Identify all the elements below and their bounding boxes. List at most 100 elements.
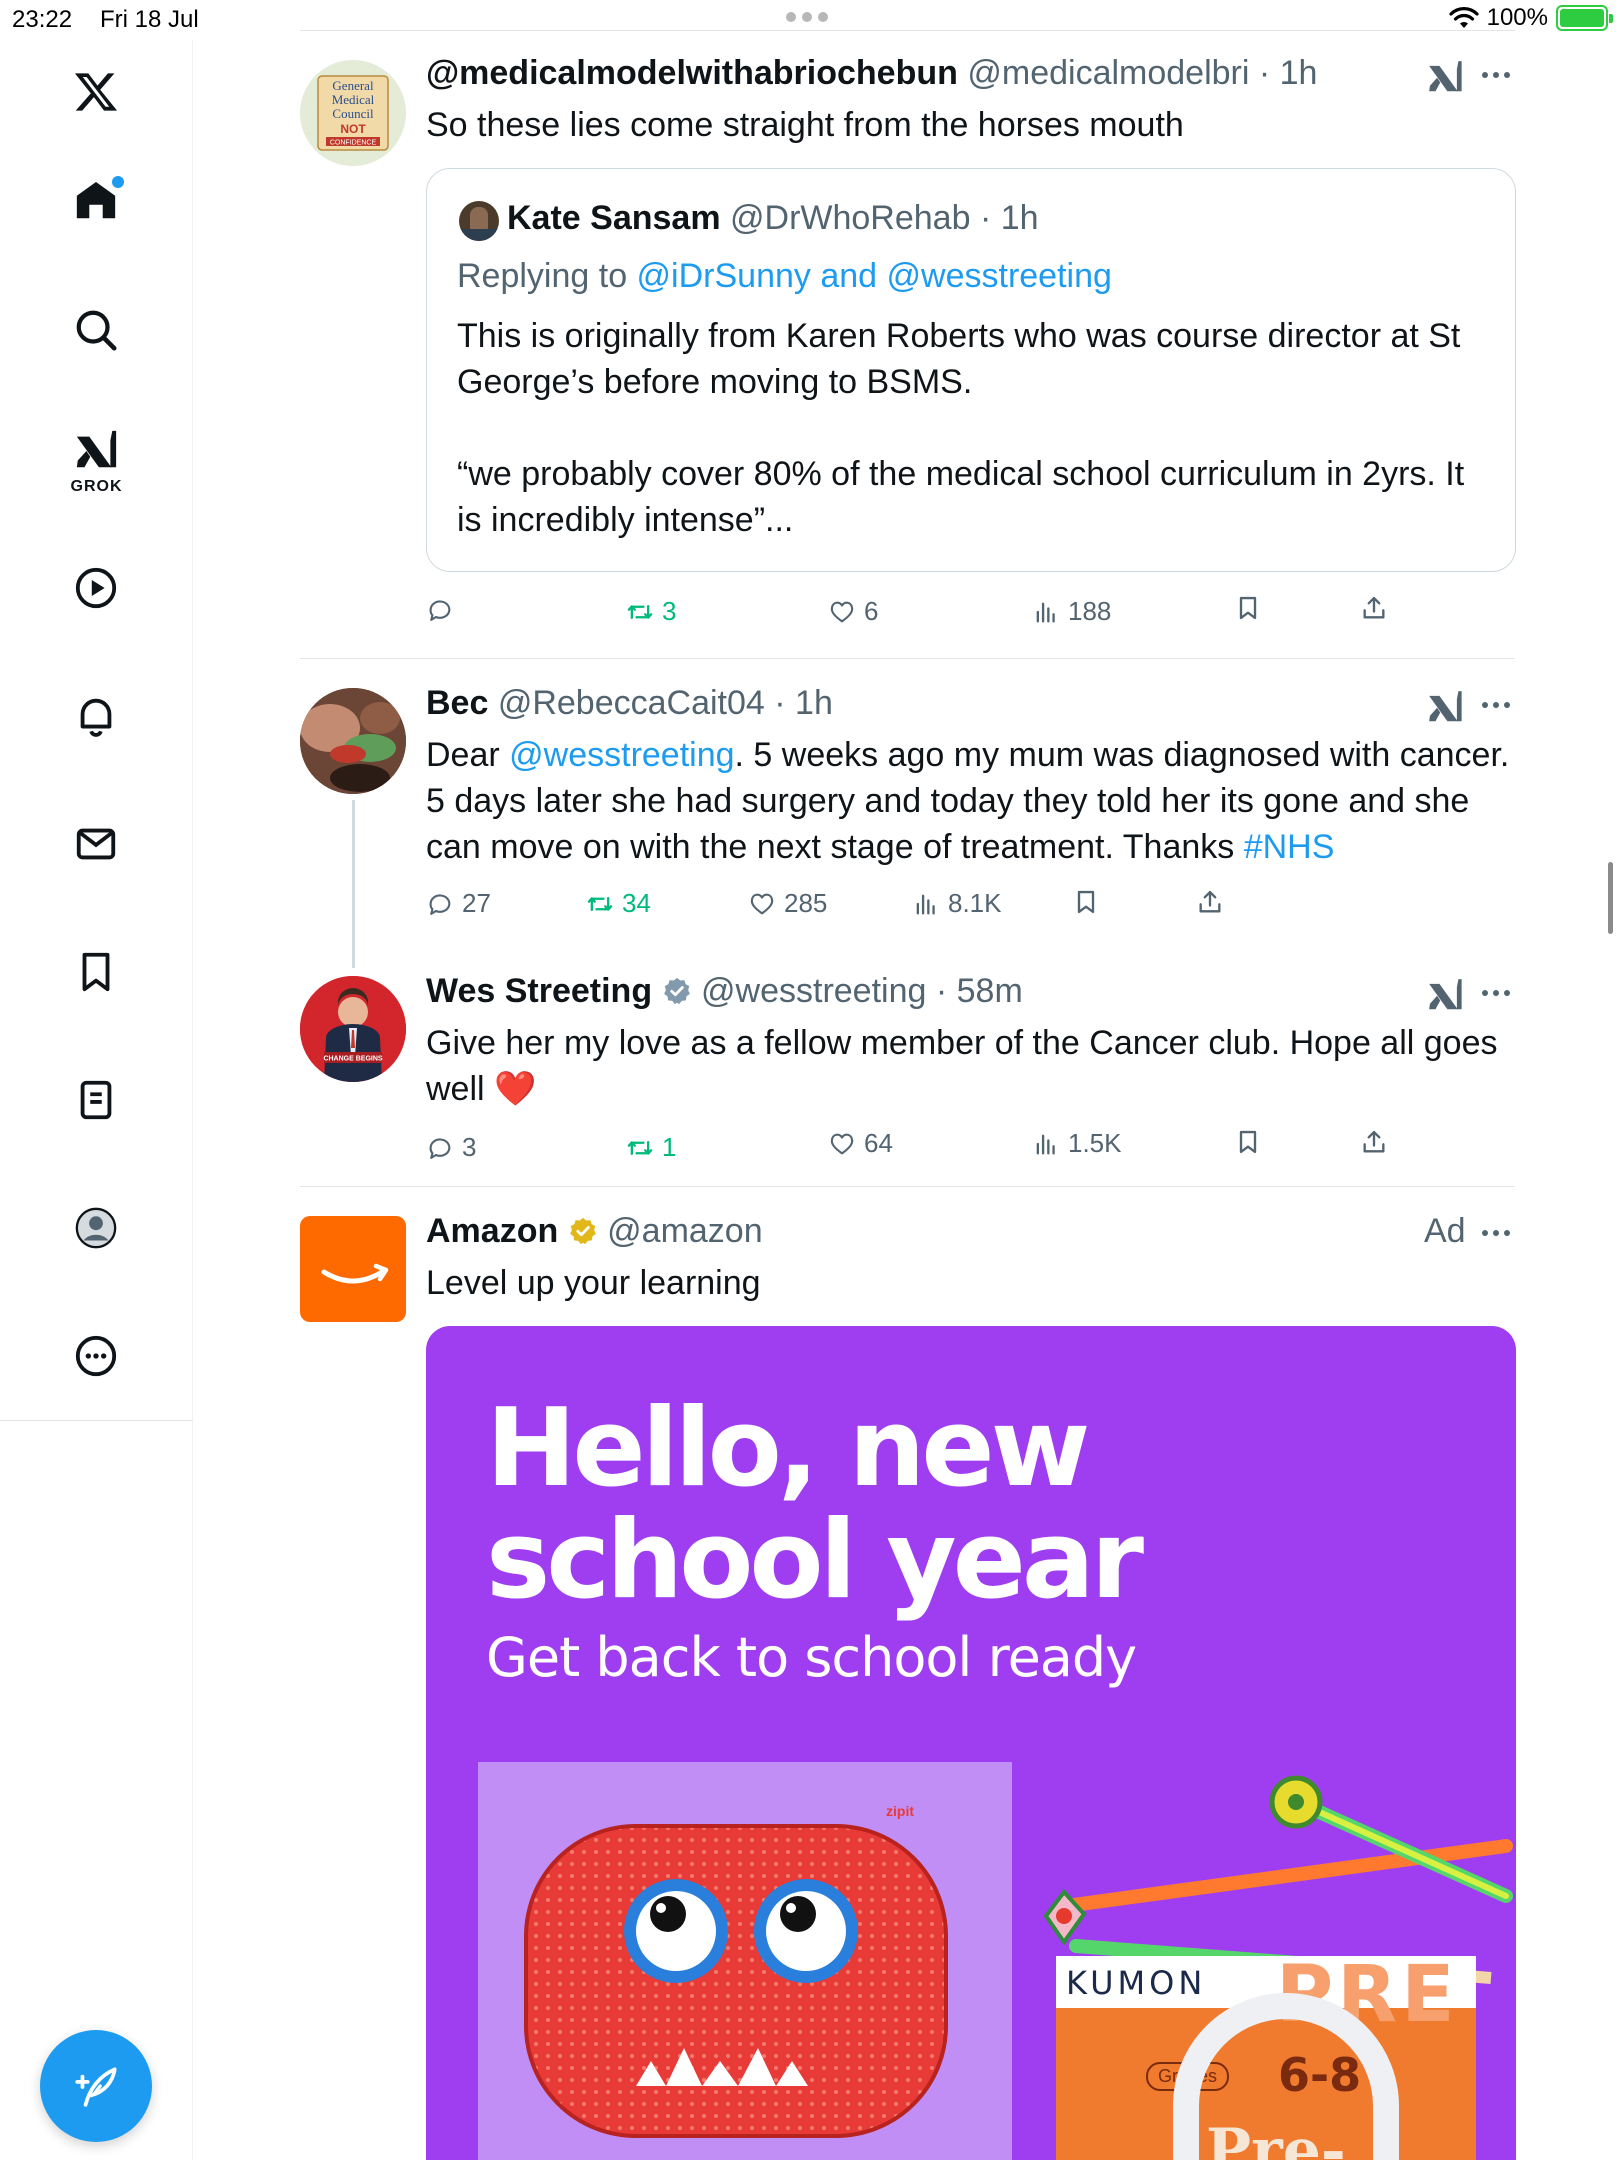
retweet-count: 3 (662, 596, 677, 626)
views-button[interactable]: 188 (1032, 596, 1111, 627)
mention-link[interactable]: @wesstreeting (509, 736, 734, 774)
display-name[interactable]: Bec (426, 684, 488, 722)
quote-avatar[interactable] (459, 201, 499, 241)
more-options-icon[interactable] (1482, 72, 1510, 78)
display-name[interactable]: Amazon (426, 1212, 558, 1250)
quote-text-line: This is originally from Karen Roberts wh… (457, 317, 1461, 355)
grok-icon[interactable] (1426, 976, 1464, 1014)
sidebar-item-lists[interactable] (56, 1060, 136, 1140)
quote-display-name: Kate Sansam (507, 199, 721, 237)
sidebar-separator (0, 1420, 193, 1421)
hashtag-link[interactable]: #NHS (1244, 828, 1335, 866)
avatar-text-confidence: CONFIDENCE (330, 140, 377, 147)
more-options-icon[interactable] (1482, 1230, 1510, 1236)
timestamp[interactable]: 58m (957, 972, 1023, 1010)
timestamp[interactable]: 1h (795, 684, 833, 722)
verified-badge-icon[interactable] (662, 976, 692, 1006)
sidebar-item-bookmarks[interactable] (56, 932, 136, 1012)
like-button[interactable]: 6 (828, 596, 878, 627)
ad-headline-line2: school year (486, 1498, 1144, 1623)
replying-to: Replying to @iDrSunny and @wesstreeting (457, 257, 1112, 296)
like-button[interactable]: 64 (828, 1128, 893, 1159)
sidebar-item-explore[interactable] (56, 290, 136, 370)
reply-icon (429, 1137, 451, 1159)
retweet-button[interactable]: 1 (626, 1132, 676, 1163)
headphones-image (1173, 1993, 1399, 2160)
sidebar-item-more[interactable] (56, 1316, 136, 1396)
bookmark-button[interactable] (1234, 1128, 1262, 1156)
views-button[interactable]: 1.5K (1032, 1128, 1122, 1159)
retweet-icon (627, 604, 653, 619)
sidebar-item-home[interactable] (56, 160, 136, 240)
views-button[interactable]: 8.1K (912, 888, 1002, 919)
retweet-count: 1 (662, 1132, 677, 1162)
multitasking-dots[interactable] (786, 12, 828, 22)
gmc-avatar-image: General Medical Council NOT CONFIDENCE (300, 60, 406, 166)
more-circle-icon (75, 1335, 117, 1377)
reply-button[interactable] (426, 596, 462, 624)
quote-header: Kate Sansam @DrWhoRehab · 1h (507, 199, 1039, 238)
like-button[interactable]: 285 (748, 888, 827, 919)
reply-icon (429, 600, 451, 621)
compose-icon (75, 2067, 117, 2107)
verified-gold-badge-icon[interactable] (568, 1216, 598, 1246)
views-count: 8.1K (948, 888, 1002, 918)
retweet-icon (587, 896, 613, 911)
sidebar-item-messages[interactable] (56, 804, 136, 884)
bookmark-button[interactable] (1234, 594, 1262, 622)
avatar-text-general: General (332, 78, 374, 93)
handle[interactable]: @wesstreeting (701, 972, 926, 1010)
reply-count: 27 (462, 888, 491, 918)
replying-mentions[interactable]: @iDrSunny and @wesstreeting (637, 257, 1112, 295)
more-options-icon[interactable] (1482, 990, 1510, 996)
handle[interactable]: @medicalmodelbri (967, 54, 1249, 92)
status-date: Fri 18 Jul (100, 6, 199, 33)
retweet-button[interactable]: 34 (586, 888, 651, 919)
ad-image[interactable]: Hello, new school year Get back to schoo… (426, 1326, 1516, 2160)
sidebar-item-profile[interactable] (56, 1188, 136, 1268)
wes-avatar-image: CHANGE BEGINS (300, 976, 406, 1082)
views-icon (1036, 602, 1055, 622)
feed-top-divider (300, 30, 1515, 31)
bookmark-button[interactable] (1072, 888, 1100, 916)
handle[interactable]: @RebeccaCait04 (498, 684, 765, 722)
notification-dot (112, 176, 124, 188)
share-button[interactable] (1196, 888, 1224, 916)
tweet-header: Amazon @amazon (426, 1212, 763, 1251)
more-options-icon[interactable] (1482, 702, 1510, 708)
compose-post-button[interactable] (40, 2030, 152, 2142)
bookmark-icon (1239, 596, 1257, 620)
sidebar-item-videos[interactable] (56, 548, 136, 628)
quote-timestamp: 1h (1000, 199, 1039, 237)
tweet-text-line: Give her my love as a fellow member of t… (426, 1024, 1498, 1062)
avatar-text-not: NOT (340, 122, 366, 136)
display-name[interactable]: @medicalmodelwithabriochebun (426, 54, 958, 92)
timestamp[interactable]: 1h (1280, 54, 1318, 92)
reply-button[interactable]: 27 (426, 888, 491, 919)
share-button[interactable] (1360, 594, 1388, 622)
bookmark-icon (1077, 890, 1095, 914)
sidebar-item-notifications[interactable] (56, 676, 136, 756)
avatar[interactable] (300, 1216, 406, 1322)
handle[interactable]: @amazon (607, 1212, 762, 1250)
reply-button[interactable]: 3 (426, 1132, 476, 1163)
scrollbar-thumb[interactable] (1608, 862, 1613, 934)
avatar[interactable]: CHANGE BEGINS (300, 976, 406, 1082)
share-icon (1363, 1130, 1385, 1153)
x-logo[interactable] (56, 52, 136, 132)
heart-icon (830, 1133, 854, 1154)
display-name[interactable]: Wes Streeting (426, 972, 652, 1010)
profile-icon (75, 1207, 117, 1249)
quoted-tweet[interactable]: Kate Sansam @DrWhoRehab · 1h Replying to… (426, 168, 1516, 572)
bookmark-icon (82, 952, 110, 992)
tweet-text: Dear @wesstreeting. 5 weeks ago my mum w… (426, 732, 1516, 870)
avatar[interactable] (300, 688, 406, 794)
share-button[interactable] (1360, 1128, 1388, 1156)
share-icon (1199, 890, 1221, 913)
grok-icon[interactable] (1426, 58, 1464, 96)
grok-icon[interactable] (1426, 688, 1464, 726)
views-count: 1.5K (1068, 1128, 1122, 1158)
avatar[interactable]: General Medical Council NOT CONFIDENCE (300, 60, 406, 166)
tweet-text: So these lies come straight from the hor… (426, 106, 1184, 144)
retweet-button[interactable]: 3 (626, 596, 676, 627)
